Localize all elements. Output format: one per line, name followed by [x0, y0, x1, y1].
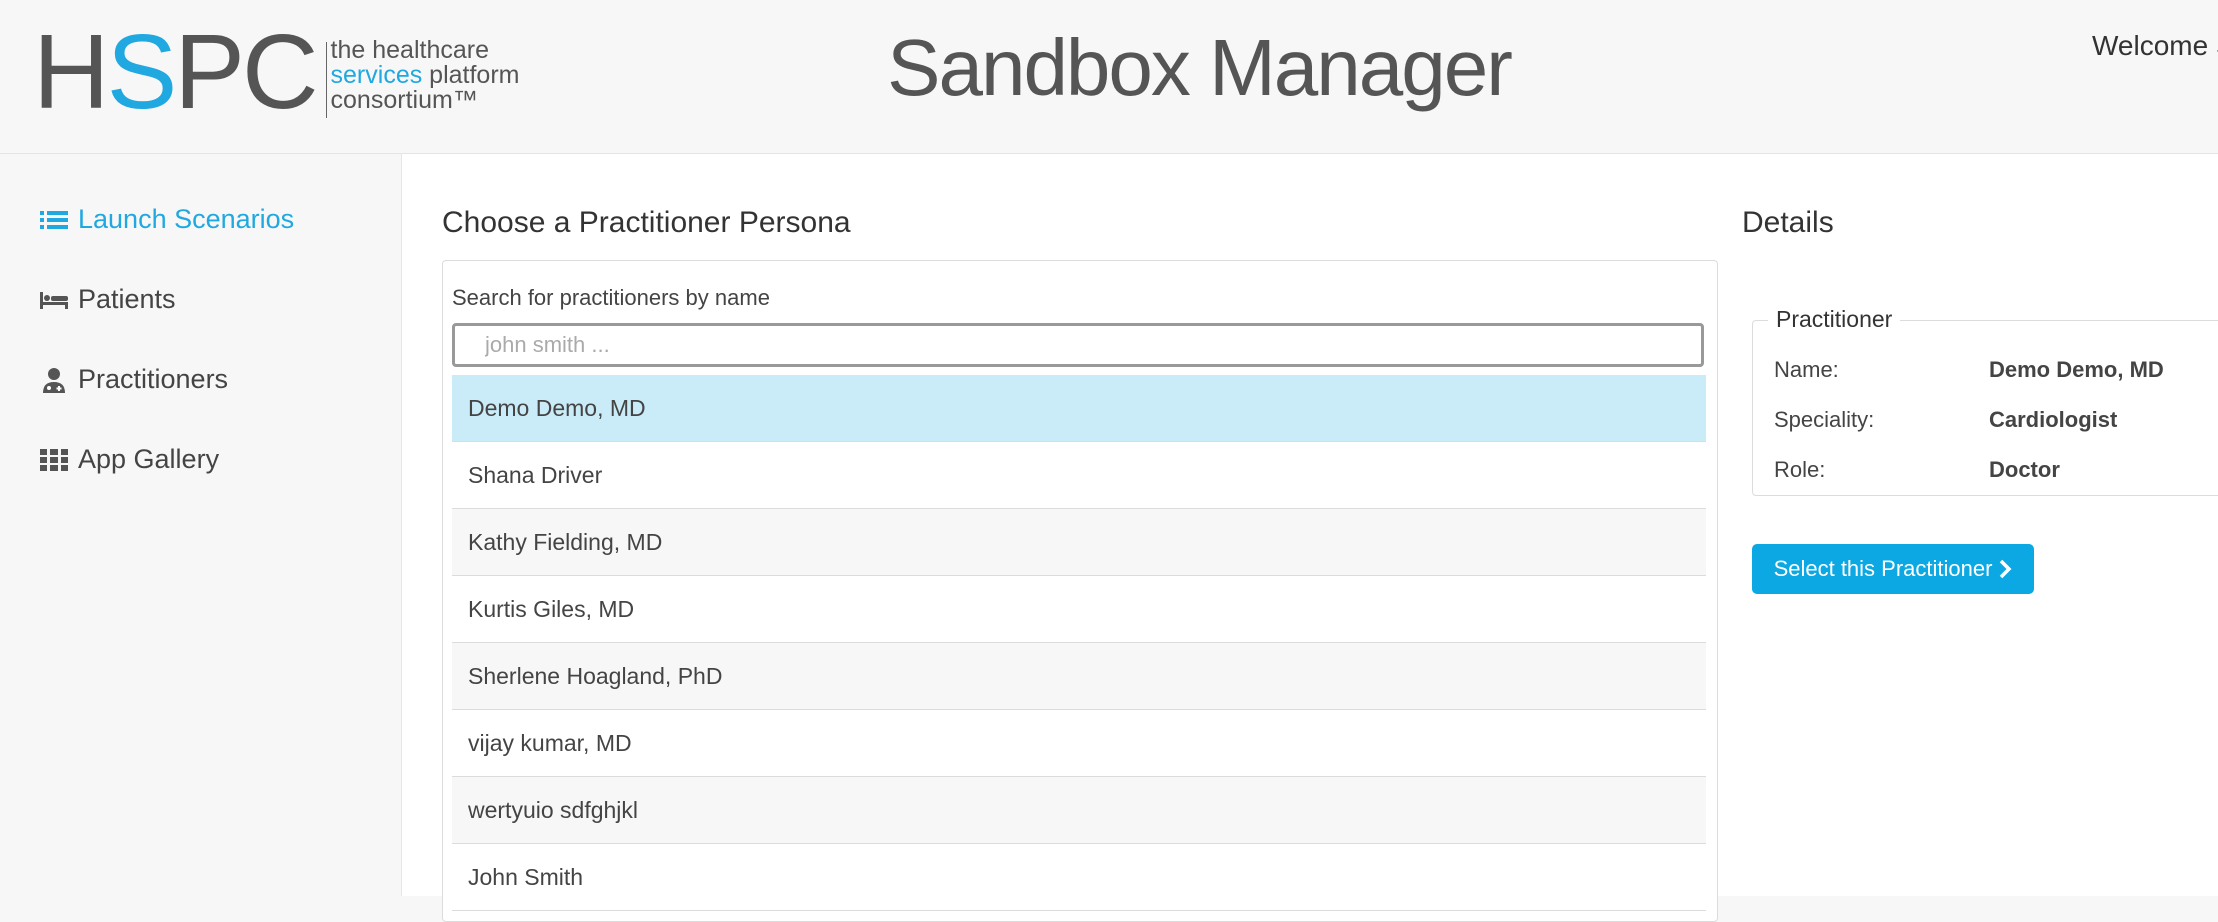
grid-icon — [40, 446, 68, 474]
main-panel: Choose a Practitioner Persona Search for… — [401, 154, 1731, 922]
details-title: Details — [1742, 206, 1834, 239]
persona-picker: Search for practitioners by name Demo De… — [442, 260, 1718, 922]
list-item[interactable]: Kathy Fielding, MD — [452, 509, 1706, 576]
details-panel: Details Practitioner Name: Demo Demo, MD… — [1730, 154, 2218, 896]
detail-label: Speciality: — [1774, 407, 1875, 432]
detail-label: Name: — [1774, 357, 1839, 382]
list-item[interactable]: vijay kumar, MD — [452, 710, 1706, 777]
search-input[interactable] — [452, 323, 1704, 367]
practitioner-list: Demo Demo, MD Shana Driver Kathy Fielding,… — [452, 375, 1706, 911]
list-icon — [40, 206, 68, 234]
sidebar-item-launch-scenarios[interactable]: Launch Scenarios — [40, 204, 294, 235]
list-item[interactable]: Demo Demo, MD — [452, 375, 1706, 442]
user-md-icon — [40, 366, 68, 394]
sidebar-item-practitioners[interactable]: Practitioners — [40, 364, 228, 395]
button-label: Select this Practitioner — [1773, 556, 1993, 581]
detail-label: Role: — [1774, 457, 1826, 482]
bed-icon — [40, 286, 68, 314]
detail-value: Cardiologist — [1989, 407, 2118, 432]
search-label: Search for practitioners by name — [452, 285, 770, 310]
list-item[interactable]: wertyuio sdfghjkl — [452, 777, 1706, 844]
sidebar: Launch Scenarios Patients Practitioners — [0, 154, 400, 896]
sidebar-item-app-gallery[interactable]: App Gallery — [40, 444, 219, 475]
welcome-user-menu[interactable]: Welcome S — [2092, 30, 2218, 62]
header: HSPC the healthcare services platform co… — [0, 0, 2218, 154]
sidebar-item-label: App Gallery — [78, 444, 220, 474]
sidebar-item-patients[interactable]: Patients — [40, 284, 176, 315]
fieldset-legend: Practitioner — [1768, 306, 1901, 333]
sidebar-item-label: Launch Scenarios — [78, 204, 295, 234]
section-title: Choose a Practitioner Persona — [442, 206, 851, 239]
sidebar-item-label: Practitioners — [78, 364, 229, 394]
detail-value: Demo Demo, MD — [1989, 357, 2164, 382]
detail-value: Doctor — [1989, 457, 2060, 482]
page-title: Sandbox Manager — [887, 23, 1513, 112]
list-item[interactable]: Shana Driver — [452, 442, 1706, 509]
list-item[interactable]: Sherlene Hoagland, PhD — [452, 643, 1706, 710]
select-practitioner-button[interactable]: Select this Practitioner — [1752, 544, 2034, 594]
chevron-right-icon — [1998, 559, 2012, 579]
list-item[interactable]: Kurtis Giles, MD — [452, 576, 1706, 643]
list-item[interactable]: John Smith — [452, 844, 1706, 911]
sidebar-item-label: Patients — [78, 284, 176, 314]
